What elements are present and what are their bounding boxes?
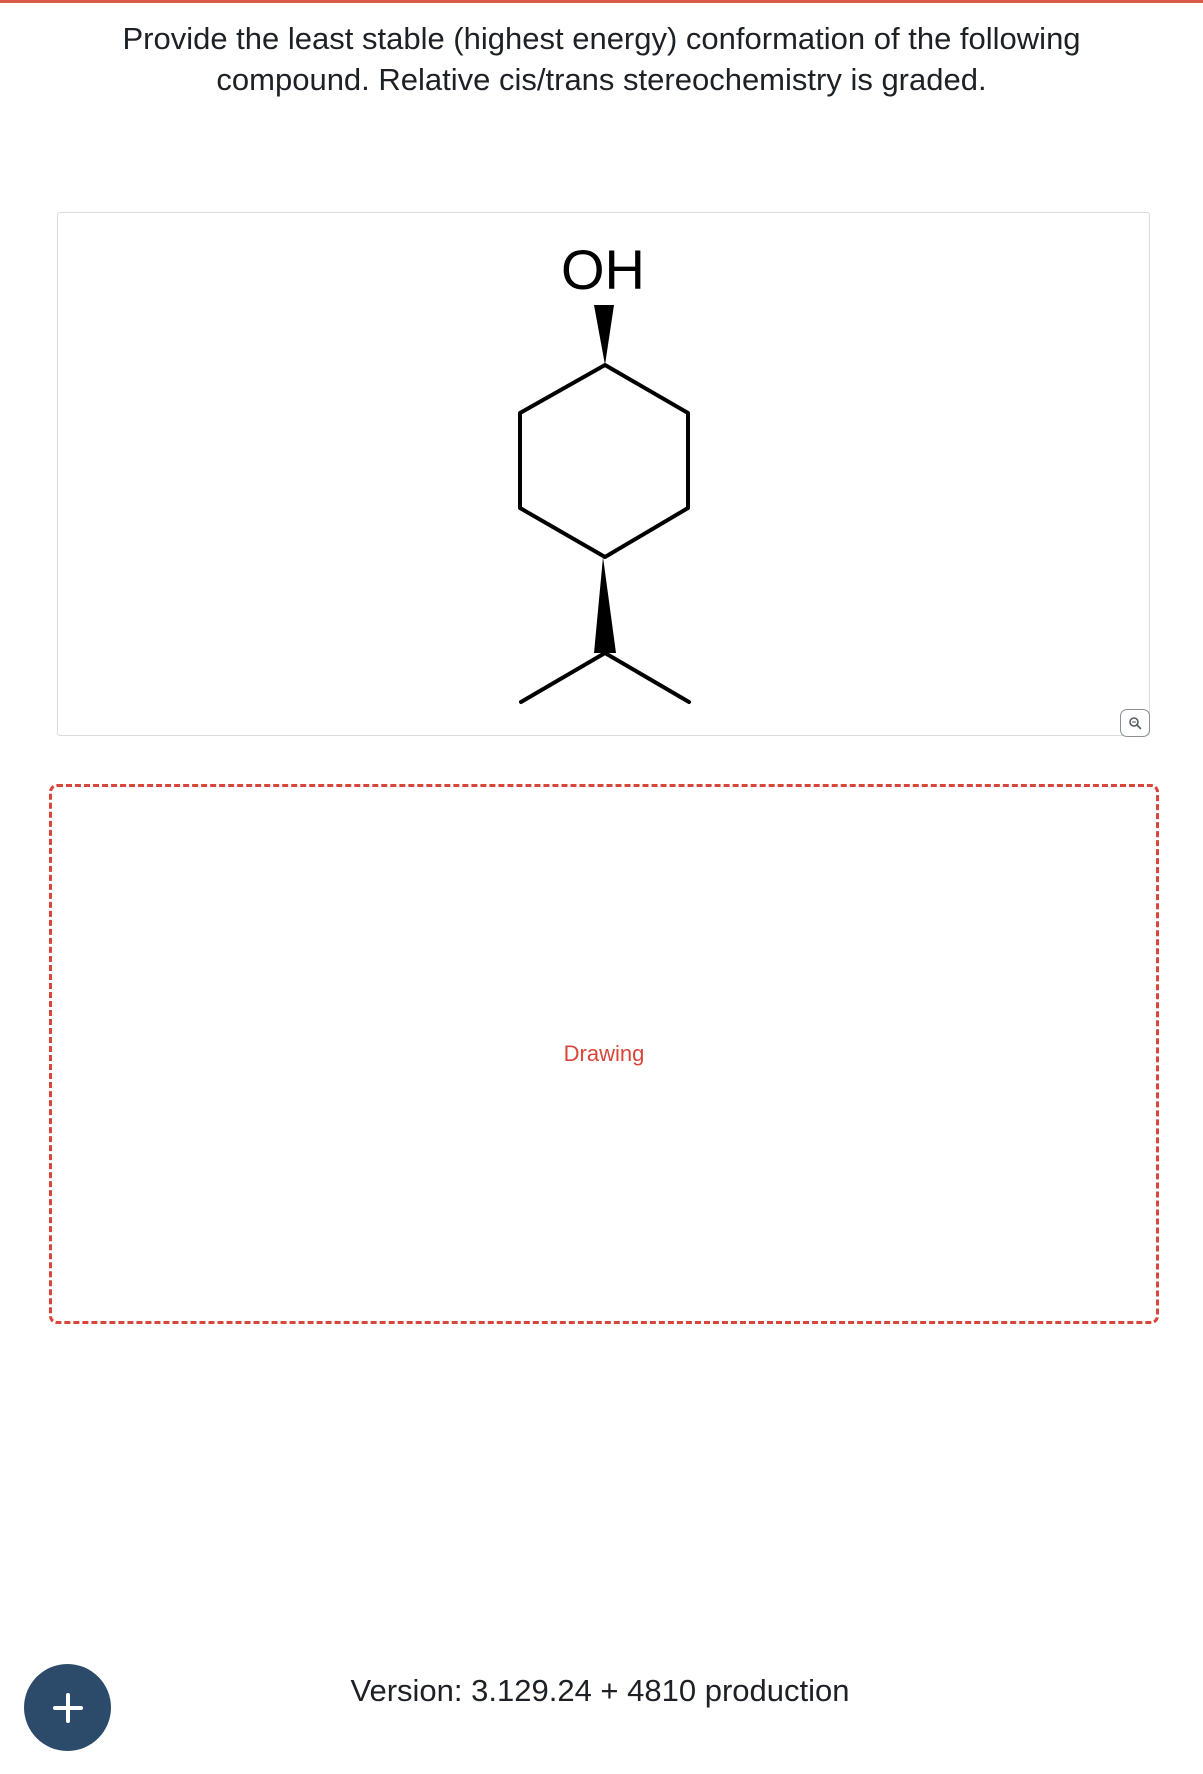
version-text: Version: 3.129.24 + 4810 production — [350, 1673, 850, 1708]
question-line-1: Provide the least stable (highest energy… — [122, 21, 1081, 56]
add-button[interactable] — [24, 1664, 111, 1751]
hydroxyl-label: OH — [561, 238, 645, 301]
drawing-canvas[interactable]: Drawing — [49, 784, 1159, 1324]
wedge-bond-hydroxyl — [594, 305, 614, 365]
isopropyl-methyl-bond-left-line — [519, 651, 607, 704]
molecule-structure: OH — [518, 238, 691, 704]
top-accent-bar — [0, 0, 1203, 3]
wedge-bond-isopropyl — [594, 557, 616, 653]
drawing-label: Drawing — [563, 1041, 645, 1066]
structure-panel: OH — [57, 212, 1150, 736]
isopropyl-methyl-bond-right — [603, 651, 691, 704]
plus-icon — [52, 1692, 83, 1723]
zoom-button[interactable] — [1120, 709, 1150, 737]
question-line-2: compound. Relative cis/trans stereochemi… — [216, 62, 987, 97]
zoom-icon — [1129, 717, 1142, 730]
question-prompt: Provide the least stable (highest energy… — [60, 18, 1143, 100]
cyclohexane-ring — [518, 363, 690, 559]
